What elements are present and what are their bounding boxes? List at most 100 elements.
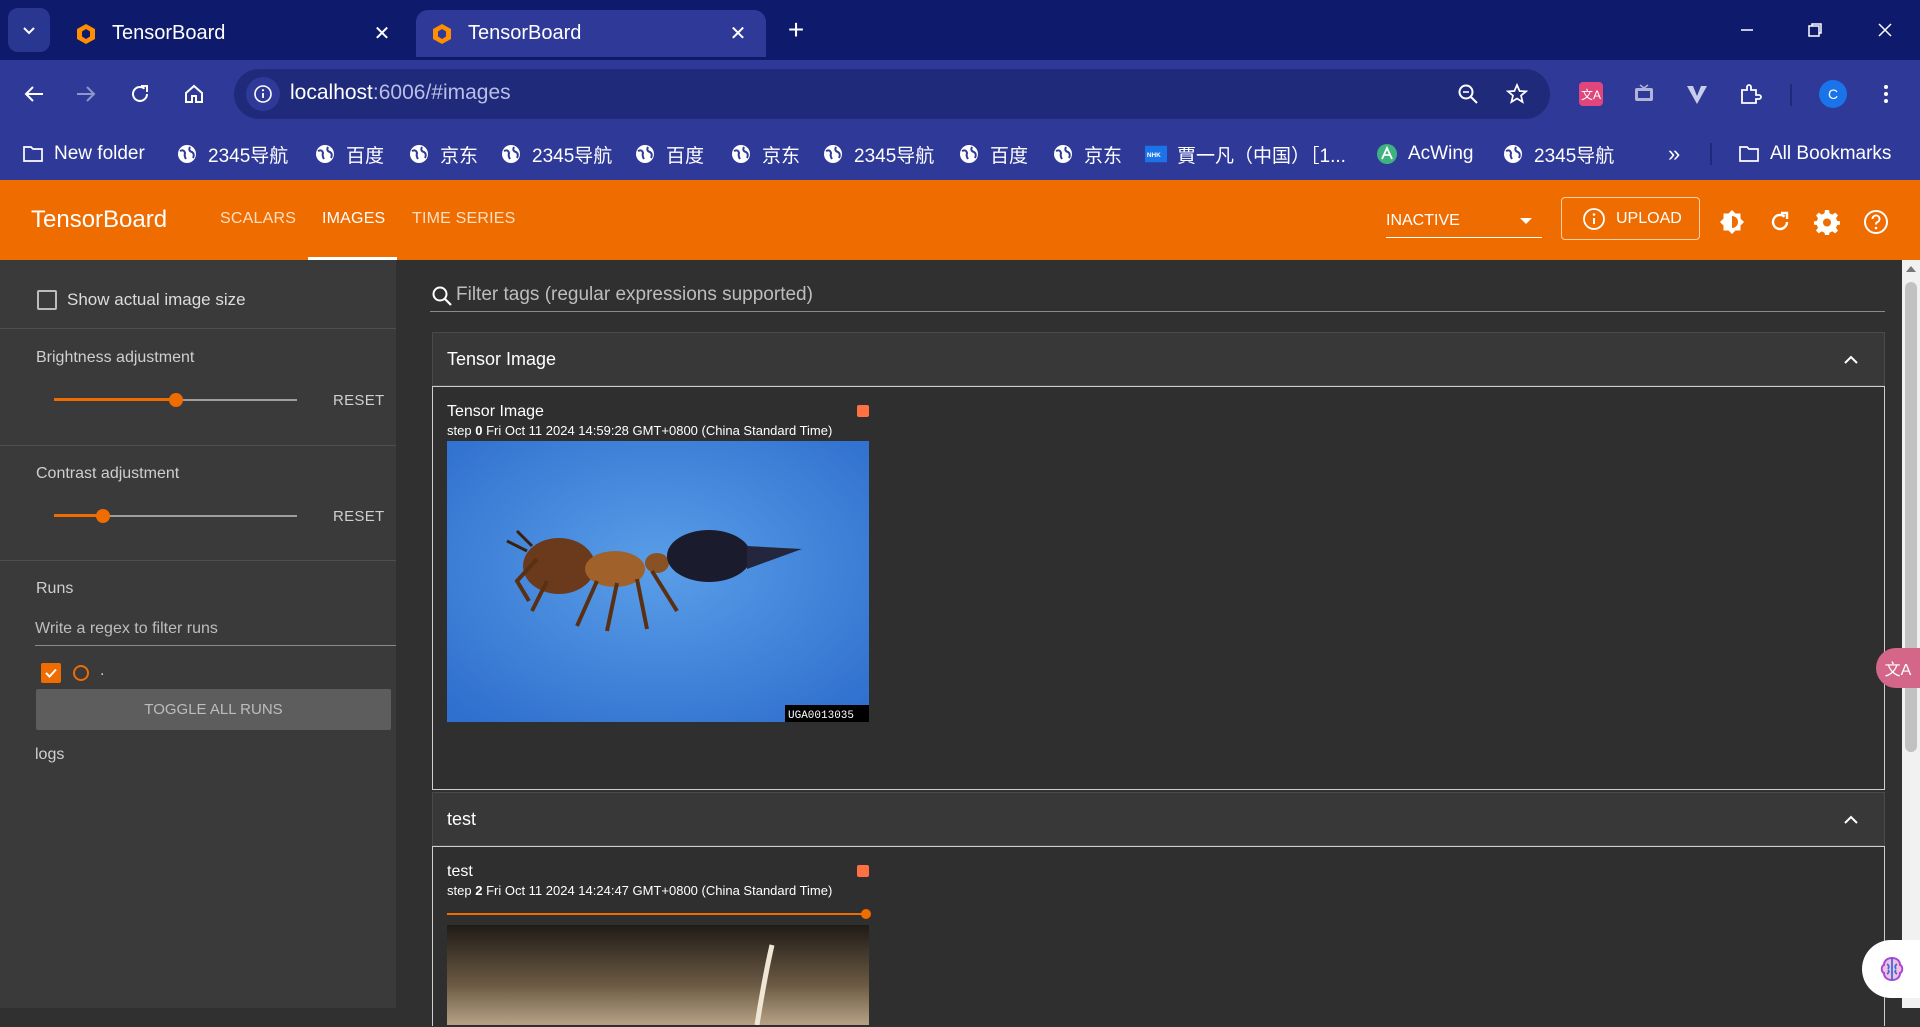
translate-icon: 文A [1579, 82, 1603, 106]
bookmark-item[interactable]: 百度 [958, 138, 1028, 170]
extensions-button[interactable] [1734, 78, 1766, 110]
tv-extension-button[interactable] [1628, 78, 1660, 110]
timestamp: Fri Oct 11 2024 14:59:28 GMT+0800 (China… [486, 423, 833, 438]
image-caption: UGA0013035 [788, 710, 854, 722]
browser-tab-active[interactable]: TensorBoard ✕ [416, 10, 766, 57]
divider [0, 445, 396, 446]
tab-images[interactable]: IMAGES [322, 210, 385, 228]
tab-search-button[interactable] [8, 8, 50, 52]
run-color-swatch[interactable] [73, 665, 89, 681]
close-tab-icon[interactable]: ✕ [368, 20, 396, 48]
vertical-scrollbar[interactable] [1902, 260, 1920, 1008]
address-bar[interactable]: localhost:6006/#images [234, 69, 1550, 119]
site-info-button[interactable] [246, 77, 280, 111]
profile-button[interactable]: C [1817, 78, 1849, 110]
bookmark-item[interactable]: 京东 [730, 138, 800, 170]
url-text[interactable]: localhost:6006/#images [290, 81, 511, 105]
bookmark-star-button[interactable] [1502, 79, 1532, 109]
upload-button[interactable]: UPLOAD [1561, 197, 1700, 240]
tag-group-header[interactable]: Tensor Image [432, 332, 1885, 386]
chevron-up-icon[interactable] [1842, 811, 1860, 829]
settings-button[interactable] [1813, 208, 1841, 236]
bookmark-item[interactable]: 2345导航 [822, 138, 934, 170]
restore-icon [1808, 23, 1822, 37]
tab-scalars[interactable]: SCALARS [220, 210, 296, 228]
step-slider[interactable] [447, 909, 871, 919]
bookmark-item[interactable]: 百度 [634, 138, 704, 170]
slider-thumb[interactable] [96, 509, 110, 523]
restore-button[interactable] [1792, 12, 1838, 48]
bookmark-label: 京东 [1084, 145, 1123, 167]
home-button[interactable] [174, 74, 214, 114]
toggle-all-runs-button[interactable]: TOGGLE ALL RUNS [36, 689, 391, 730]
globe-icon [176, 143, 198, 165]
test-image[interactable] [447, 925, 869, 1025]
all-bookmarks-button[interactable]: All Bookmarks [1738, 138, 1891, 170]
forward-button[interactable] [66, 74, 106, 114]
folder-icon [1738, 143, 1760, 165]
brand-title[interactable]: TensorBoard [31, 206, 167, 234]
sidebar: Show actual image size Brightness adjust… [0, 260, 396, 1008]
reload-button[interactable] [120, 74, 160, 114]
scroll-up-icon[interactable] [1906, 266, 1916, 272]
contrast-slider[interactable] [54, 506, 297, 526]
tensorboard-header: TensorBoard SCALARS IMAGES TIME SERIES I… [0, 180, 1920, 260]
contrast-reset-button[interactable]: RESET [333, 508, 385, 525]
close-window-button[interactable] [1862, 12, 1908, 48]
folder-icon [22, 143, 44, 165]
bookmark-item[interactable]: 京东 [408, 138, 478, 170]
new-tab-button[interactable]: + [780, 14, 812, 46]
slider-fill [54, 398, 176, 401]
bookmark-label: New folder [54, 143, 145, 164]
theme-toggle-button[interactable] [1718, 208, 1746, 236]
globe-icon [408, 143, 430, 165]
back-button[interactable] [14, 74, 54, 114]
bookmark-item[interactable]: 京东 [1052, 138, 1122, 170]
bookmark-item[interactable]: NHK 賈一凡（中国）［1... [1145, 138, 1346, 170]
bookmark-item[interactable]: 2345导航 [176, 138, 288, 170]
ant-image[interactable]: UGA0013035 [447, 441, 869, 722]
browser-menu-button[interactable] [1870, 78, 1902, 110]
help-button[interactable] [1862, 208, 1890, 236]
step-value: 0 [475, 423, 483, 438]
brightness-reset-button[interactable]: RESET [333, 392, 385, 409]
zoom-button[interactable] [1453, 79, 1483, 109]
close-icon [1878, 23, 1892, 37]
step-slider-thumb[interactable] [861, 909, 871, 919]
run-checkbox[interactable] [41, 663, 61, 683]
tag-filter-input[interactable]: Filter tags (regular expressions support… [430, 280, 1885, 312]
v-extension-button[interactable] [1681, 78, 1713, 110]
step-label: step [447, 423, 472, 438]
runs-regex-input[interactable]: Write a regex to filter runs [35, 616, 396, 646]
bookmark-item[interactable]: 2345导航 [1502, 138, 1614, 170]
image-card-title: Tensor Image [447, 403, 544, 420]
plugin-selector-value: INACTIVE [1386, 212, 1460, 229]
chevron-up-icon[interactable] [1842, 351, 1860, 369]
tag-filter-placeholder: Filter tags (regular expressions support… [456, 284, 813, 305]
bookmark-item[interactable]: 百度 [314, 138, 384, 170]
plugin-selector-dropdown[interactable]: INACTIVE [1386, 202, 1542, 238]
slider-thumb[interactable] [169, 393, 183, 407]
step-label: step [447, 883, 472, 898]
bookmark-item[interactable]: 2345导航 [500, 138, 612, 170]
assistant-floating-button[interactable] [1862, 940, 1920, 998]
show-actual-size-checkbox[interactable] [37, 290, 57, 310]
translate-floating-button[interactable]: 文A [1876, 648, 1920, 688]
star-icon [1506, 83, 1528, 104]
image-card: test step 2 Fri Oct 11 2024 14:24:47 GMT… [447, 863, 871, 1027]
bookmarks-overflow-button[interactable]: » [1668, 138, 1680, 170]
minimize-button[interactable] [1724, 12, 1770, 48]
tab-time-series[interactable]: TIME SERIES [412, 210, 516, 228]
close-tab-icon[interactable]: ✕ [724, 20, 752, 48]
brightness-slider[interactable] [54, 390, 297, 410]
tv-icon [1635, 84, 1653, 101]
translate-extension-button[interactable]: 文A [1575, 78, 1607, 110]
browser-tab[interactable]: TensorBoard ✕ [60, 10, 410, 57]
refresh-button[interactable] [1766, 208, 1794, 236]
bookmark-item[interactable]: AcWing [1376, 138, 1473, 170]
bookmark-item[interactable]: New folder [22, 138, 145, 170]
tag-group-header[interactable]: test [432, 792, 1885, 846]
gear-icon [1814, 210, 1840, 235]
step-slider-track [447, 913, 869, 915]
bookmark-label: 2345导航 [532, 145, 613, 167]
